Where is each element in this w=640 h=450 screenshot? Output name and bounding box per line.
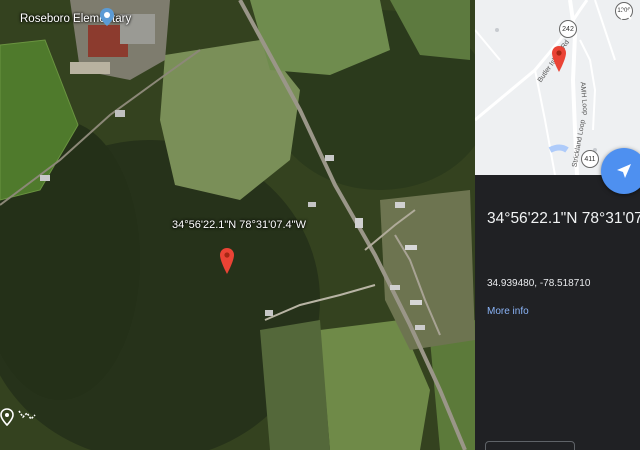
close-icon[interactable] [618, 6, 634, 22]
more-info-link[interactable]: More info [487, 306, 529, 317]
navigate-icon [617, 164, 631, 178]
route-shield-242: 242 [559, 20, 577, 38]
dms-coordinates: 34°56'22.1"N 78°31'07.4"W [487, 210, 640, 227]
trail-layer-button[interactable] [18, 408, 40, 430]
decimal-coordinates: 34.939480, -78.518710 [487, 278, 591, 289]
location-pin-icon[interactable] [220, 248, 234, 274]
route-shield-411: 411 [581, 150, 599, 168]
satellite-map[interactable]: Roseboro Elementary 34°56'22.1"N 78°31'0… [0, 0, 475, 450]
info-panel: Butler Island Rd AMH Loop Strickland Loo… [475, 0, 640, 450]
coordinate-label: 34°56'22.1"N 78°31'07.4"W [172, 219, 306, 231]
panel-action-button[interactable] [485, 441, 575, 450]
map-marker-icon [0, 408, 14, 426]
mini-map-pin-icon [552, 46, 566, 72]
school-pin-icon[interactable] [100, 8, 114, 26]
trail-icon [18, 410, 36, 421]
place-label[interactable]: Roseboro Elementary [20, 13, 131, 25]
navigate-button[interactable] [601, 148, 640, 194]
